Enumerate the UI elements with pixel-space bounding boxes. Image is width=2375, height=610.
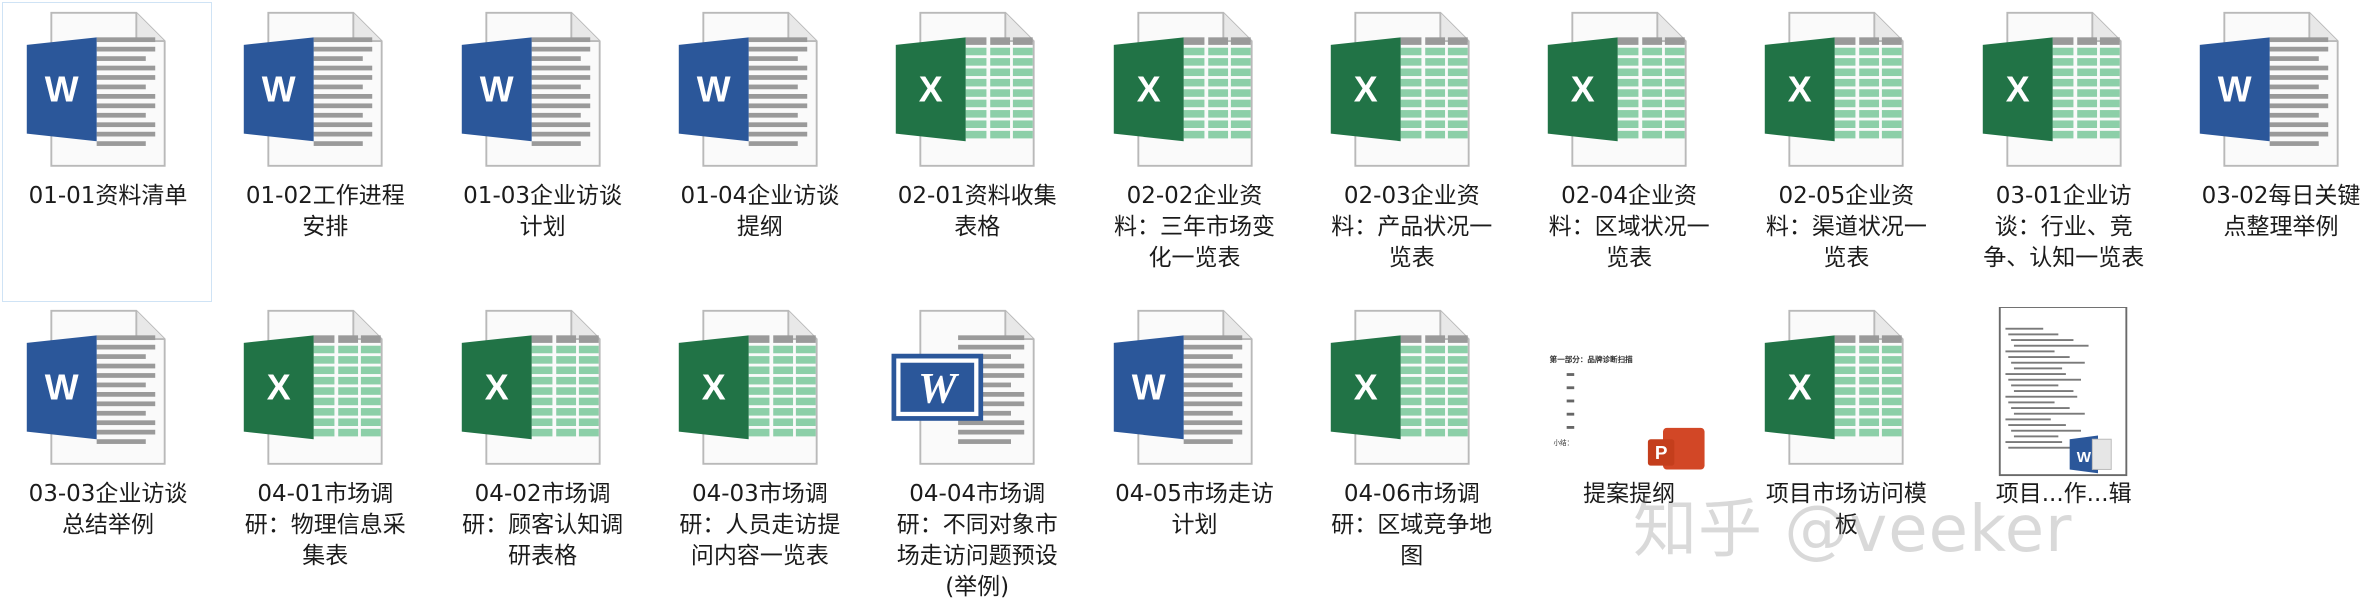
excel-spreadsheet-icon: X xyxy=(895,11,1035,167)
file-grid: W 01-01资料清单 W 01-02工作进程 安排 W 01-03企业访谈 计… xyxy=(0,0,2375,610)
excel-spreadsheet-icon: X xyxy=(1330,11,1470,167)
file-item[interactable]: X 02-03企业资 料：产品状况一 览表 xyxy=(1306,2,1516,302)
file-name: 01-03企业访谈 计划 xyxy=(463,183,623,240)
file-name: 提案提纲 xyxy=(1583,481,1676,507)
file-item[interactable]: X 02-05企业资 料：渠道状况一 览表 xyxy=(1740,2,1950,302)
svg-text:X: X xyxy=(1788,368,1812,408)
svg-text:小结：: 小结： xyxy=(1554,438,1574,447)
svg-text:X: X xyxy=(484,368,508,408)
file-name: 03-01企业访 谈：行业、竞 争、认知一览表 xyxy=(1983,183,2145,271)
svg-text:X: X xyxy=(1788,70,1812,110)
svg-text:X: X xyxy=(919,70,943,110)
svg-text:W: W xyxy=(45,368,79,408)
word-document-icon: W xyxy=(26,309,166,465)
svg-text:X: X xyxy=(702,368,726,408)
svg-text:X: X xyxy=(1354,368,1378,408)
powerpoint-thumbnail-icon: 第一部分：品牌诊断扫描 小结： P xyxy=(1550,354,1705,470)
file-item[interactable]: X 02-01资料收集 表格 xyxy=(871,2,1081,302)
file-name: 02-02企业资 料：三年市场变 化一览表 xyxy=(1114,183,1275,271)
file-name: 01-01资料清单 xyxy=(28,183,188,209)
file-item[interactable]: X 02-04企业资 料：区域状况一 览表 xyxy=(1523,2,1733,302)
svg-text:P: P xyxy=(1655,443,1668,464)
svg-text:W: W xyxy=(45,70,79,110)
file-name: 02-03企业资 料：产品状况一 览表 xyxy=(1331,183,1493,271)
excel-spreadsheet-icon: X xyxy=(1547,11,1687,167)
file-item[interactable]: W 04-04市场调 研：不同对象市 场走访问题预设 (举例) xyxy=(871,300,1081,600)
excel-spreadsheet-icon: X xyxy=(1330,309,1470,465)
file-name: 01-02工作进程 安排 xyxy=(245,183,405,240)
file-item[interactable]: X 04-02市场调 研：顾客认知调 研表格 xyxy=(437,300,647,600)
svg-text:W: W xyxy=(1131,368,1165,408)
word-document-icon: W xyxy=(2199,11,2339,167)
excel-spreadsheet-icon: X xyxy=(244,309,383,465)
file-item[interactable]: W 04-05市场走访 计划 xyxy=(1089,300,1299,600)
svg-text:W: W xyxy=(2076,449,2091,466)
file-name: 项目市场访问模 板 xyxy=(1765,481,1927,538)
file-item[interactable]: X 04-03市场调 研：人员走访提 问内容一览表 xyxy=(654,300,864,600)
svg-text:第一部分：品牌诊断扫描: 第一部分：品牌诊断扫描 xyxy=(1550,354,1633,364)
excel-spreadsheet-icon: X xyxy=(678,309,818,465)
file-name: 02-04企业资 料：区域状况一 览表 xyxy=(1548,183,1710,271)
file-name: 04-02市场调 研：顾客认知调 研表格 xyxy=(462,481,624,569)
svg-text:X: X xyxy=(267,368,291,408)
file-item[interactable]: W 01-02工作进程 安排 xyxy=(219,2,429,302)
word-document-icon: W xyxy=(26,11,166,167)
word-document-icon: W xyxy=(1113,309,1253,465)
file-item[interactable]: W 01-04企业访谈 提纲 xyxy=(654,2,864,302)
svg-text:W: W xyxy=(2218,70,2252,110)
file-item[interactable]: W 项目...作...辑 xyxy=(1958,300,2168,600)
file-item[interactable]: W 01-03企业访谈 计划 xyxy=(437,2,647,302)
file-item[interactable]: X 项目市场访问模 板 xyxy=(1740,300,1950,600)
excel-spreadsheet-icon: X xyxy=(1113,11,1253,167)
svg-text:W: W xyxy=(918,364,960,412)
file-name: 04-05市场走访 计划 xyxy=(1115,481,1274,538)
file-item[interactable]: X 04-06市场调 研：区域竞争地 图 xyxy=(1306,300,1516,600)
file-item[interactable]: X 03-01企业访 谈：行业、竞 争、认知一览表 xyxy=(1958,2,2168,302)
svg-text:X: X xyxy=(1136,70,1160,110)
excel-spreadsheet-icon: X xyxy=(1982,11,2122,167)
file-item[interactable]: X 04-01市场调 研：物理信息采 集表 xyxy=(219,300,429,600)
svg-text:W: W xyxy=(479,70,513,110)
file-item[interactable]: 第一部分：品牌诊断扫描 小结： P 提案提纲 xyxy=(1523,300,1733,600)
word-document-icon: W xyxy=(461,11,601,167)
file-item[interactable]: W 01-01资料清单 xyxy=(2,2,212,302)
svg-text:W: W xyxy=(262,70,296,110)
word-document-icon: W xyxy=(244,11,383,167)
file-name: 04-04市场调 研：不同对象市 场走访问题预设 (举例) xyxy=(896,481,1058,600)
file-name: 01-04企业访谈 提纲 xyxy=(680,183,840,240)
document-thumbnail-icon: W xyxy=(1998,307,2127,477)
word-document-icon: W xyxy=(678,11,818,167)
svg-text:X: X xyxy=(1571,70,1595,110)
excel-spreadsheet-icon: X xyxy=(461,309,601,465)
file-name: 04-06市场调 研：区域竞争地 图 xyxy=(1331,481,1493,569)
svg-text:W: W xyxy=(697,70,731,110)
word-document-icon: W xyxy=(891,309,1035,465)
excel-spreadsheet-icon: X xyxy=(1765,11,1905,167)
svg-text:X: X xyxy=(2005,70,2029,110)
excel-spreadsheet-icon: X xyxy=(1765,309,1905,465)
svg-text:X: X xyxy=(1354,70,1378,110)
file-item[interactable]: W 03-03企业访谈 总结举例 xyxy=(2,300,212,600)
file-name: 02-01资料收集 表格 xyxy=(897,183,1057,240)
file-name: 项目...作...辑 xyxy=(1995,481,2132,507)
file-name: 03-03企业访谈 总结举例 xyxy=(28,481,188,538)
file-name: 04-03市场调 研：人员走访提 问内容一览表 xyxy=(679,481,841,569)
file-name: 04-01市场调 研：物理信息采 集表 xyxy=(244,481,406,569)
file-name: 02-05企业资 料：渠道状况一 览表 xyxy=(1765,183,1927,271)
file-item[interactable]: W 03-02每日关键 点整理举例 xyxy=(2175,2,2375,302)
file-name: 03-02每日关键 点整理举例 xyxy=(2201,183,2361,240)
file-item[interactable]: X 02-02企业资 料：三年市场变 化一览表 xyxy=(1089,2,1299,302)
